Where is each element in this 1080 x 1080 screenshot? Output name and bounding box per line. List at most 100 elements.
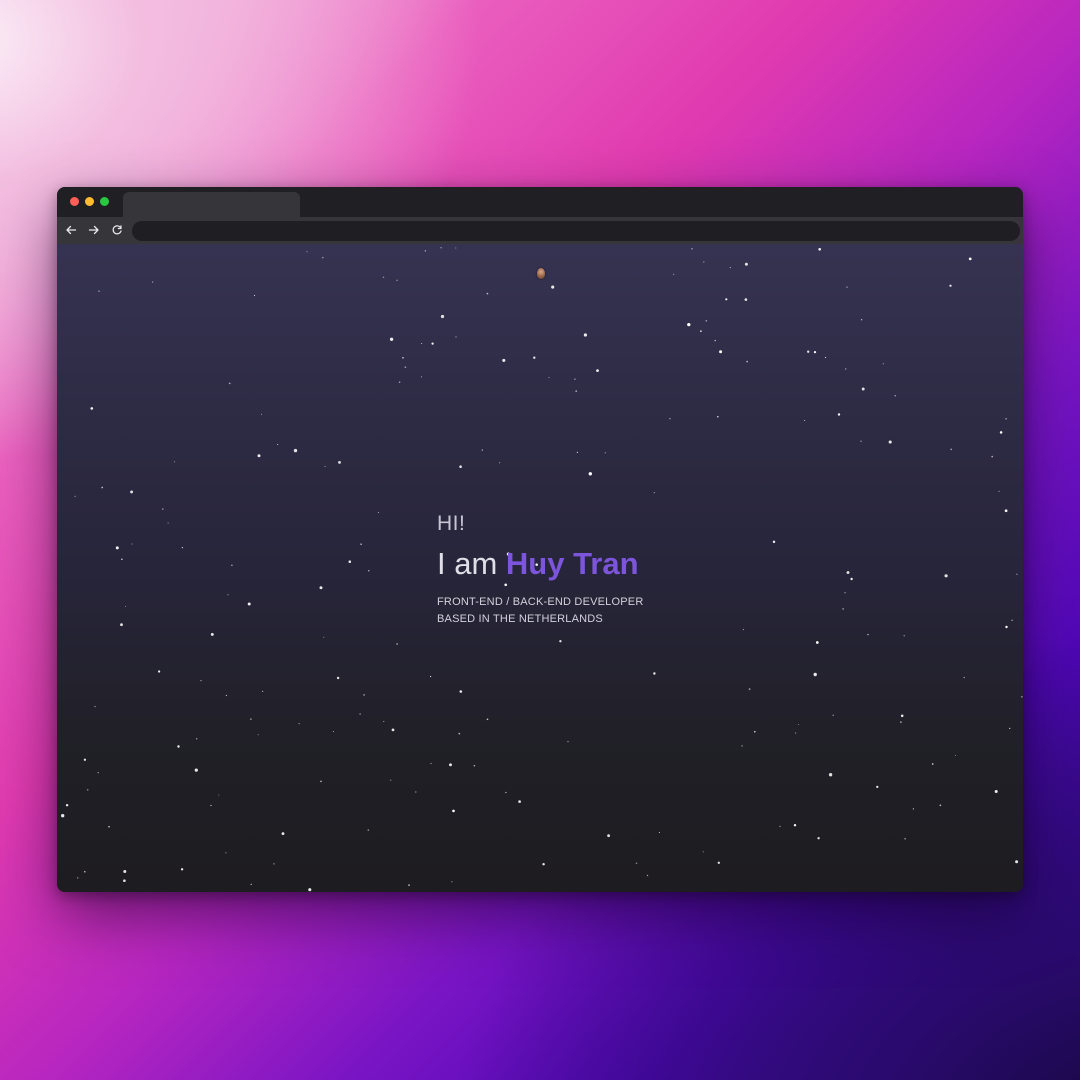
star — [1021, 696, 1023, 698]
star — [363, 694, 365, 696]
star — [306, 251, 308, 253]
star — [949, 284, 952, 287]
star — [725, 298, 728, 301]
star — [746, 360, 748, 363]
close-window-button[interactable] — [70, 197, 79, 206]
star — [813, 672, 817, 677]
star — [338, 460, 341, 464]
star — [348, 560, 352, 563]
star — [548, 376, 550, 379]
star — [396, 279, 398, 281]
address-bar[interactable] — [132, 221, 1020, 241]
star — [383, 720, 385, 723]
star — [533, 356, 536, 359]
star — [359, 713, 361, 715]
star — [389, 337, 394, 341]
star — [83, 758, 87, 761]
star — [1005, 418, 1007, 420]
star — [653, 672, 656, 675]
greeting-text: HI! — [437, 512, 466, 535]
star — [323, 636, 325, 638]
star — [98, 290, 100, 292]
star — [227, 594, 229, 596]
arrow-right-icon[interactable] — [86, 222, 102, 238]
star — [999, 431, 1003, 434]
star — [1005, 625, 1008, 629]
star — [108, 825, 110, 828]
star — [253, 294, 256, 297]
star — [691, 247, 693, 250]
star — [744, 262, 748, 266]
star — [542, 862, 545, 866]
star — [505, 791, 507, 794]
minimize-window-button[interactable] — [85, 197, 94, 206]
star — [431, 342, 434, 345]
star — [225, 694, 228, 697]
star — [944, 574, 948, 578]
star — [845, 368, 847, 370]
star — [308, 888, 312, 892]
star — [429, 675, 432, 678]
star — [273, 863, 275, 865]
star — [181, 546, 184, 549]
star — [195, 737, 198, 740]
star — [486, 292, 489, 295]
star — [894, 395, 896, 397]
star — [596, 369, 599, 372]
star — [458, 732, 461, 735]
star — [741, 745, 743, 747]
star — [430, 762, 432, 765]
star — [900, 721, 902, 723]
star — [228, 382, 231, 385]
star — [320, 780, 322, 783]
intro-heading: I am Huy Tran — [437, 544, 857, 584]
star — [861, 387, 865, 391]
star — [319, 586, 323, 590]
star — [481, 449, 483, 451]
star — [247, 602, 251, 606]
star — [832, 714, 834, 717]
maximize-window-button[interactable] — [100, 197, 109, 206]
star — [449, 763, 452, 767]
star — [162, 508, 164, 510]
star — [97, 771, 99, 774]
star — [673, 273, 675, 276]
star — [177, 745, 180, 748]
star — [846, 286, 848, 288]
star — [131, 543, 133, 545]
star — [398, 381, 401, 383]
star — [882, 363, 885, 365]
reload-icon[interactable] — [109, 222, 125, 238]
star — [101, 486, 104, 489]
star — [912, 808, 915, 810]
star — [459, 465, 462, 468]
star — [65, 803, 69, 807]
location-line: BASED IN THE NETHERLANDS — [437, 613, 603, 625]
star — [322, 256, 324, 259]
star — [391, 728, 395, 732]
star — [167, 522, 169, 524]
star — [687, 322, 691, 327]
avatar[interactable] — [537, 268, 545, 279]
star — [714, 339, 716, 342]
star — [551, 285, 555, 289]
star — [123, 879, 126, 883]
browser-toolbar — [57, 217, 1023, 244]
star — [261, 690, 264, 693]
arrow-left-icon[interactable] — [63, 222, 79, 238]
star — [74, 495, 76, 498]
star — [658, 831, 660, 834]
star — [705, 319, 708, 322]
star — [994, 790, 998, 793]
star — [130, 490, 134, 494]
star — [1016, 573, 1018, 575]
star — [77, 877, 79, 879]
star — [828, 773, 833, 777]
browser-tab[interactable] — [123, 192, 300, 217]
star — [779, 825, 781, 827]
star — [991, 455, 994, 458]
star — [332, 731, 334, 733]
star — [807, 350, 810, 353]
star — [250, 883, 252, 886]
star — [646, 874, 649, 877]
